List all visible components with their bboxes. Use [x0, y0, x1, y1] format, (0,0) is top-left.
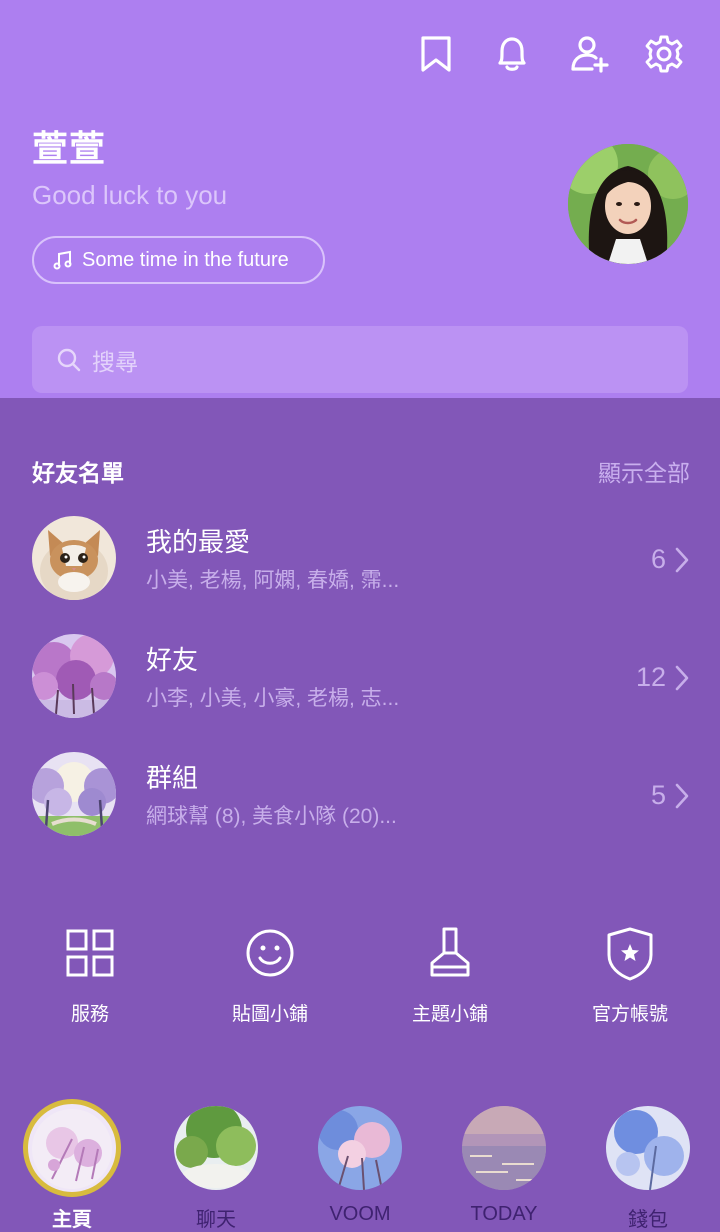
- nav-label: TODAY: [470, 1203, 538, 1225]
- profile-avatar[interactable]: [568, 144, 688, 264]
- shield-star-icon: [607, 927, 653, 981]
- chevron-right-icon: [675, 665, 689, 691]
- group-count: 12: [635, 662, 666, 692]
- add-friend-icon[interactable]: [570, 34, 610, 74]
- search-icon: [57, 348, 81, 371]
- profile-music-button[interactable]: Some time in the future: [32, 236, 325, 284]
- shortcut-label: 服務: [70, 1004, 109, 1025]
- today-orb-icon: [462, 1106, 546, 1190]
- nav-chats[interactable]: 聊天: [166, 1100, 266, 1232]
- nav-today[interactable]: TODAY: [454, 1100, 554, 1232]
- wallet-orb-icon: [606, 1106, 690, 1190]
- groups-thumbnail: [32, 752, 116, 836]
- group-title: 群組: [146, 763, 199, 793]
- nav-home[interactable]: 主頁: [22, 1099, 122, 1232]
- show-all-link[interactable]: 顯示全部: [598, 454, 690, 488]
- settings-icon[interactable]: [644, 34, 684, 74]
- nav-label: 主頁: [52, 1209, 92, 1231]
- theme-shop-shortcut[interactable]: 主題小鋪: [380, 925, 520, 1035]
- voom-orb-icon: [318, 1106, 402, 1190]
- groups-row[interactable]: 群組 網球幫 (8), 美食小隊 (20)... 5: [0, 752, 720, 852]
- sticker-shop-shortcut[interactable]: 貼圖小鋪: [200, 925, 340, 1035]
- shortcut-label: 官方帳號: [591, 1004, 668, 1025]
- music-note-icon: [53, 250, 72, 270]
- search-bar[interactable]: 搜尋: [32, 326, 688, 393]
- bell-icon[interactable]: [492, 34, 532, 74]
- group-title: 好友: [146, 645, 199, 675]
- friends-row[interactable]: 好友 小李, 小美, 小豪, 老楊, 志... 12: [0, 634, 720, 734]
- chats-orb-icon: [174, 1106, 258, 1190]
- group-title: 我的最愛: [146, 527, 251, 557]
- group-members: 小美, 老楊, 阿嫻, 春嬌, 霈...: [146, 569, 400, 592]
- nav-voom[interactable]: VOOM: [310, 1100, 410, 1232]
- group-count: 6: [650, 544, 666, 574]
- grid-icon: [66, 929, 114, 977]
- music-title: Some time in the future: [82, 248, 289, 271]
- official-accounts-shortcut[interactable]: 官方帳號: [560, 925, 700, 1035]
- favorites-thumbnail: [32, 516, 116, 600]
- group-members: 小李, 小美, 小豪, 老楊, 志...: [146, 687, 400, 710]
- smiley-icon: [246, 929, 294, 977]
- group-count: 5: [650, 780, 666, 810]
- chevron-right-icon: [675, 547, 689, 573]
- group-members: 網球幫 (8), 美食小隊 (20)...: [146, 805, 397, 828]
- friends-thumbnail: [32, 634, 116, 718]
- nav-wallet[interactable]: 錢包: [598, 1100, 698, 1232]
- shortcut-label: 主題小鋪: [411, 1004, 488, 1025]
- shortcut-label: 貼圖小鋪: [231, 1004, 308, 1025]
- friends-list-title: 好友名單: [32, 460, 124, 486]
- bookmark-icon[interactable]: [416, 34, 456, 74]
- nav-label: 聊天: [196, 1209, 236, 1231]
- profile-name[interactable]: 萱萱: [32, 120, 106, 172]
- search-input[interactable]: 搜尋: [92, 343, 138, 377]
- services-shortcut[interactable]: 服務: [20, 925, 160, 1035]
- chevron-right-icon: [675, 783, 689, 809]
- nav-label: VOOM: [329, 1203, 391, 1225]
- favorites-row[interactable]: 我的最愛 小美, 老楊, 阿嫻, 春嬌, 霈... 6: [0, 516, 720, 616]
- status-message[interactable]: Good luck to you: [32, 180, 227, 211]
- brush-icon: [430, 927, 470, 977]
- nav-label: 錢包: [628, 1209, 668, 1231]
- home-orb-icon: [32, 1109, 112, 1189]
